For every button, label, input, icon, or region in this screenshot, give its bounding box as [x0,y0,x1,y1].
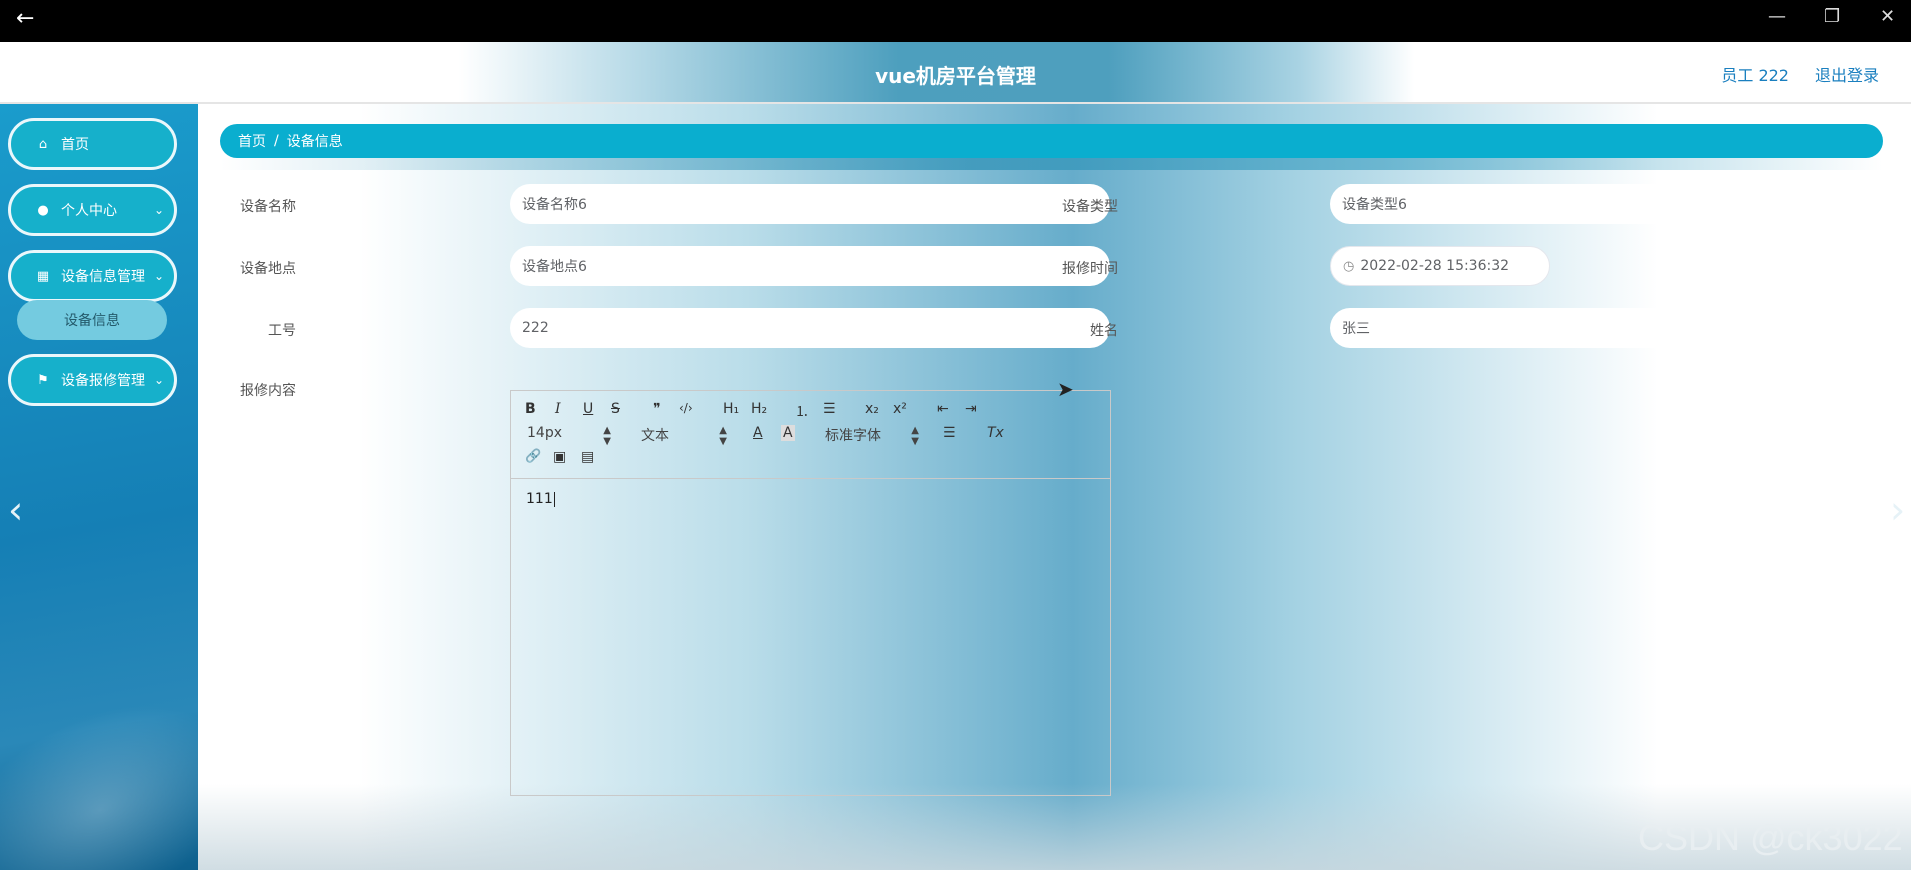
grid-icon: ▦ [36,268,50,284]
editor-text: 111 [526,491,553,507]
font-family-select[interactable]: 标准字体 ▲ ▼ [825,425,919,447]
breadcrumb-home[interactable]: 首页 [238,131,266,151]
clock-icon: ◷ [1343,258,1355,274]
user-icon: ● [37,202,49,218]
device-type-value: 设备类型6 [1342,197,1407,213]
employee-no-field[interactable]: 222 [510,308,1110,348]
indent-button[interactable]: ⇥ [965,401,977,417]
mouse-pointer-icon: ➤ [1057,377,1074,401]
header-select-value: 文本 [641,428,669,444]
close-icon[interactable]: ✕ [1880,6,1895,27]
repair-content-label: 报修内容 [240,383,296,399]
repair-time-value: 2022-02-28 15:36:32 [1360,258,1510,274]
main-content: 首页 / 设备信息 设备名称 设备名称6 设备类型 设备类型6 设备地点 设备地… [198,104,1911,870]
clean-format-button[interactable]: Tx [987,425,1004,441]
device-location-label: 设备地点 [240,261,296,277]
text-color-button[interactable]: A [753,425,763,441]
repair-time-label: 报修时间 [1062,261,1118,277]
device-name-value: 设备名称6 [522,197,587,213]
window-titlebar: ← — ❐ ✕ [0,0,1911,42]
arrow-left-icon[interactable]: ← [16,6,34,31]
flag-icon: ⚑ [37,372,49,388]
blockquote-button[interactable]: ❞ [653,401,661,417]
sidebar-item-repair-mgmt[interactable]: ⚑ 设备报修管理 ⌄ [8,354,177,406]
sidebar-item-personal-center[interactable]: ● 个人中心 ⌄ [8,184,177,236]
name-field[interactable]: 张三 [1330,308,1750,348]
image-button[interactable]: ▣ [553,449,566,465]
device-name-field[interactable]: 设备名称6 [510,184,1110,224]
header-select[interactable]: 文本 ▲ ▼ [641,425,727,447]
repair-time-picker[interactable]: ◷ 2022-02-28 15:36:32 [1330,246,1550,286]
chevron-right-icon[interactable]: › [1890,488,1905,532]
font-size-select[interactable]: 14px ▲ ▼ [527,425,611,447]
sidebar-item-label: 设备信息管理 [61,269,145,285]
employee-no-label: 工号 [268,323,296,339]
editor-toolbar: B I U S ❞ ‹/› H₁ H₂ ⒈ ☰ x₂ x² ⇤ ⇥ 14px ▲… [511,391,1110,479]
strike-button[interactable]: S [611,401,620,417]
sidebar-item-label: 设备报修管理 [61,373,145,389]
current-user: 员工 222 [1721,66,1789,85]
bullet-list-button[interactable]: ☰ [823,401,836,417]
select-arrows-icon: ▲ ▼ [719,425,727,447]
watermark: CSDN @ck3022 [1638,817,1903,858]
chevron-left-icon[interactable]: ‹ [8,488,23,532]
chevron-down-icon: ⌄ [153,373,164,387]
device-location-field[interactable]: 设备地点6 [510,246,1110,286]
select-arrows-icon: ▲ ▼ [603,425,611,447]
font-family-value: 标准字体 [825,428,881,444]
employee-no-value: 222 [522,320,549,336]
breadcrumb-separator: / [274,133,279,149]
editor-content[interactable]: 111 [526,491,555,507]
device-location-value: 设备地点6 [522,259,587,275]
sidebar-subitem-device-info[interactable]: 设备信息 [17,300,167,340]
breadcrumb: 首页 / 设备信息 [220,124,1883,158]
link-button[interactable]: 🔗 [525,449,541,464]
sidebar-item-device-info-mgmt[interactable]: ▦ 设备信息管理 ⌄ [8,250,177,302]
subscript-button[interactable]: x₂ [865,401,879,417]
superscript-button[interactable]: x² [893,401,907,417]
background-color-button[interactable]: A [781,425,795,441]
italic-button[interactable]: I [555,401,561,417]
sidebar-item-home[interactable]: ⌂ 首页 [8,118,177,170]
app-header: vue机房平台管理 员工 222 退出登录 [0,42,1911,104]
ordered-list-button[interactable]: ⒈ [795,401,809,421]
home-icon: ⌂ [38,136,48,152]
breadcrumb-current: 设备信息 [286,134,343,150]
chevron-down-icon: ⌄ [153,269,164,283]
app-title: vue机房平台管理 [875,64,1036,88]
sidebar: ⌂ 首页 ● 个人中心 ⌄ ▦ 设备信息管理 ⌄ 设备信息 ⚑ 设备报修管理 ⌄ [0,104,198,870]
video-button[interactable]: ▤ [581,449,594,465]
outdent-button[interactable]: ⇤ [937,401,949,417]
code-block-button[interactable]: ‹/› [679,401,693,415]
select-arrows-icon: ▲ ▼ [911,425,919,447]
chevron-down-icon: ⌄ [153,203,164,217]
name-value: 张三 [1342,321,1370,337]
align-button[interactable]: ☰ [943,425,956,441]
device-name-label: 设备名称 [240,199,296,215]
text-caret [553,491,555,507]
font-size-value: 14px [527,425,562,441]
bold-button[interactable]: B [525,401,536,417]
device-type-label: 设备类型 [1062,199,1118,215]
restore-icon[interactable]: ❐ [1824,6,1840,27]
device-type-field[interactable]: 设备类型6 [1330,184,1750,224]
minimize-icon[interactable]: — [1768,6,1786,27]
h1-button[interactable]: H₁ [723,401,739,417]
underline-button[interactable]: U [583,401,593,417]
breadcrumb-shadow [220,158,1883,170]
sidebar-item-label: 个人中心 [61,203,117,219]
sidebar-item-label: 首页 [61,137,89,153]
h2-button[interactable]: H₂ [751,401,767,417]
name-label: 姓名 [1090,323,1118,339]
logout-link[interactable]: 退出登录 [1815,62,1879,86]
rich-text-editor: B I U S ❞ ‹/› H₁ H₂ ⒈ ☰ x₂ x² ⇤ ⇥ 14px ▲… [510,390,1111,796]
